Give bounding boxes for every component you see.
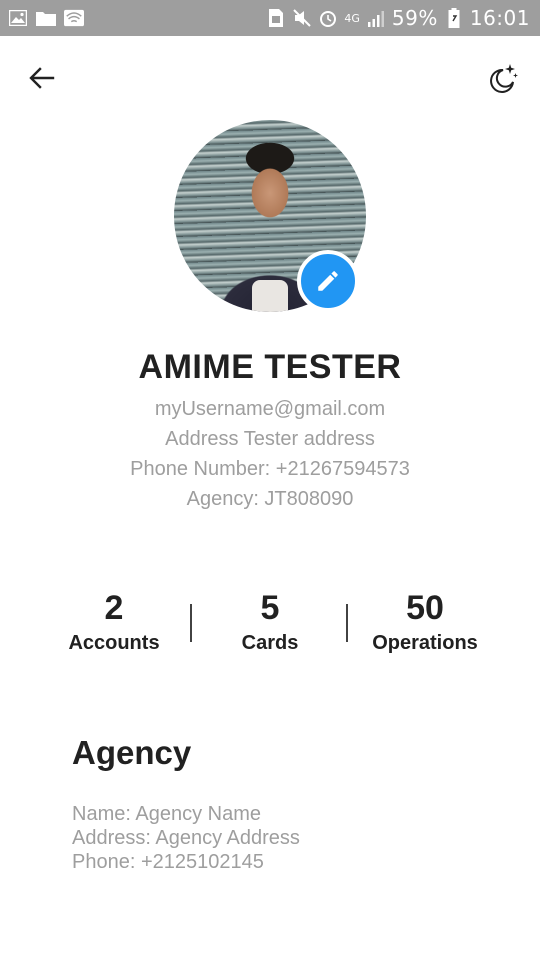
image-icon [8, 8, 28, 28]
profile-name: AMIME TESTER [138, 348, 402, 386]
back-button[interactable] [26, 62, 58, 94]
pencil-icon [318, 271, 338, 291]
battery-icon [444, 8, 464, 28]
sim-icon [266, 8, 286, 28]
status-bar: 4G 59% 16:01 [0, 0, 540, 36]
battery-percent: 59% [391, 6, 438, 30]
agency-section-title: Agency [72, 734, 192, 771]
avatar-shirt [252, 280, 288, 312]
status-bar-left [8, 8, 84, 28]
stat-accounts[interactable]: 2 Accounts [44, 588, 184, 655]
network-type: 4G [344, 11, 360, 25]
folder-icon [36, 8, 56, 28]
alarm-icon [318, 8, 338, 28]
stat-divider [346, 604, 348, 642]
status-bar-right: 4G 59% 16:01 [266, 6, 530, 30]
stat-accounts-value: 2 [104, 589, 124, 627]
stat-operations-value: 50 [406, 589, 444, 627]
profile-phone: Phone Number: +21267594573 [130, 458, 410, 480]
stat-cards-value: 5 [260, 589, 280, 627]
profile-agency: Agency: JT808090 [186, 488, 354, 510]
agency-name: Name: Agency Name [72, 803, 261, 825]
clock: 16:01 [469, 6, 530, 30]
mute-icon [292, 8, 312, 28]
stat-cards-label: Cards [241, 632, 299, 654]
stat-cards[interactable]: 5 Cards [200, 588, 340, 655]
stat-operations-label: Operations [372, 632, 478, 654]
moon-stars-icon [490, 64, 518, 93]
stat-accounts-label: Accounts [68, 632, 160, 654]
edit-profile-button[interactable] [297, 250, 359, 312]
profile-address: Address Tester address [165, 428, 375, 450]
signal-icon [366, 8, 386, 28]
arrow-left-icon [29, 67, 55, 89]
agency-address: Address: Agency Address [72, 827, 300, 849]
agency-phone: Phone: +2125102145 [72, 851, 264, 873]
stat-divider [190, 604, 192, 642]
profile-email: myUsername@gmail.com [154, 398, 386, 420]
wifi-question-icon [64, 8, 84, 28]
stat-operations[interactable]: 50 Operations [355, 588, 495, 655]
theme-toggle-button[interactable] [484, 62, 520, 96]
